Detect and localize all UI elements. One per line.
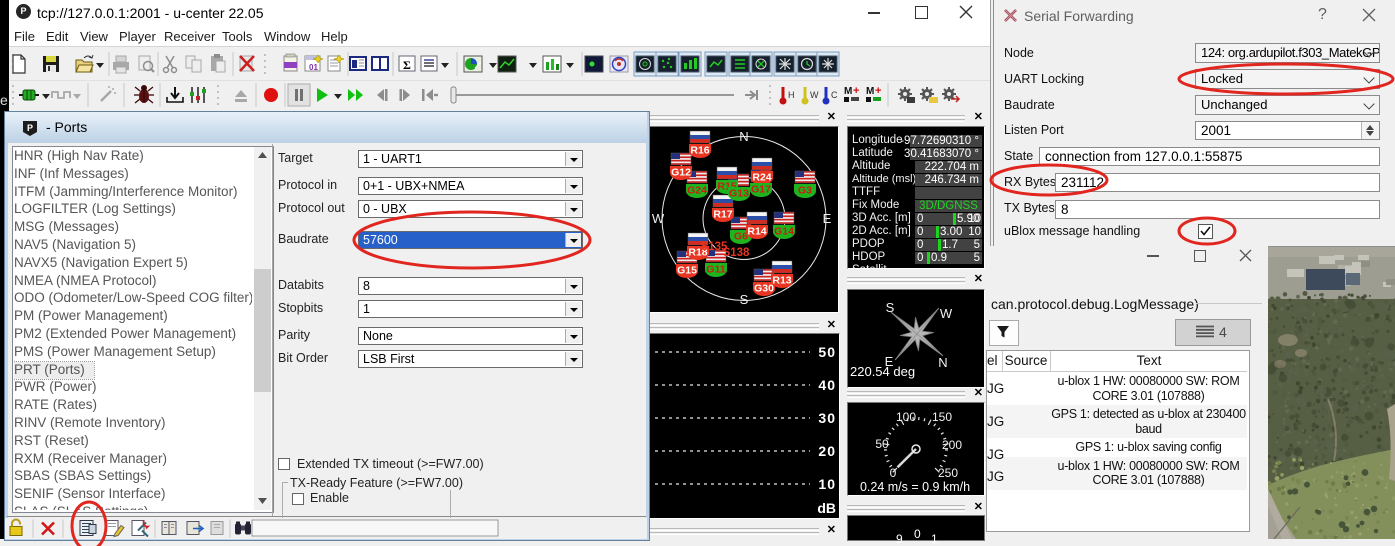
svg-text:G11: G11 (706, 264, 725, 276)
svg-text:G13: G13 (729, 188, 749, 200)
svg-text:M: M (844, 86, 852, 97)
svg-text:N: N (938, 355, 947, 370)
svg-text:dB: dB (817, 500, 836, 516)
svg-text:+: + (853, 85, 859, 97)
svg-text:30: 30 (818, 410, 836, 426)
svg-text:50: 50 (818, 344, 836, 360)
svg-text:10: 10 (818, 476, 836, 492)
svg-text:+: + (875, 85, 881, 97)
svg-text:C: C (831, 90, 838, 100)
svg-text:S: S (740, 292, 749, 307)
svg-text:E: E (823, 211, 832, 226)
svg-text:0.24 m/s = 0.9 km/h: 0.24 m/s = 0.9 km/h (860, 480, 970, 494)
svg-text:R13: R13 (772, 275, 791, 287)
svg-text:G30: G30 (754, 283, 774, 295)
svg-text:M: M (866, 86, 874, 97)
svg-text:R17: R17 (713, 209, 732, 221)
svg-text:G24: G24 (687, 185, 707, 197)
svg-text:0: 0 (890, 466, 897, 480)
svg-text:20: 20 (818, 443, 836, 459)
svg-text:H: H (788, 90, 795, 100)
svg-text:R16: R16 (690, 145, 709, 157)
svg-text:01: 01 (309, 63, 318, 72)
svg-text:G17: G17 (751, 184, 771, 196)
svg-text:W: W (810, 90, 819, 100)
svg-text:R14: R14 (747, 226, 766, 238)
svg-text:100: 100 (896, 410, 916, 424)
svg-text:50: 50 (875, 437, 889, 451)
svg-text:N: N (739, 129, 748, 144)
svg-text:250: 250 (938, 466, 958, 480)
svg-text:P: P (27, 123, 33, 133)
svg-text:W: W (940, 306, 953, 321)
svg-text:G12: G12 (671, 167, 691, 179)
svg-text:W: W (652, 211, 665, 226)
svg-text:S: S (886, 300, 895, 315)
svg-text:200: 200 (942, 438, 962, 452)
svg-text:G3: G3 (798, 185, 812, 197)
svg-text:R24: R24 (752, 172, 771, 184)
svg-text:G14: G14 (774, 226, 794, 238)
svg-text:Σ: Σ (403, 58, 411, 72)
svg-text:G15: G15 (677, 265, 697, 277)
svg-text:220.54 deg: 220.54 deg (850, 364, 915, 379)
svg-text:S138: S138 (723, 247, 750, 259)
svg-text:40: 40 (818, 377, 836, 393)
svg-text:150: 150 (932, 410, 952, 424)
